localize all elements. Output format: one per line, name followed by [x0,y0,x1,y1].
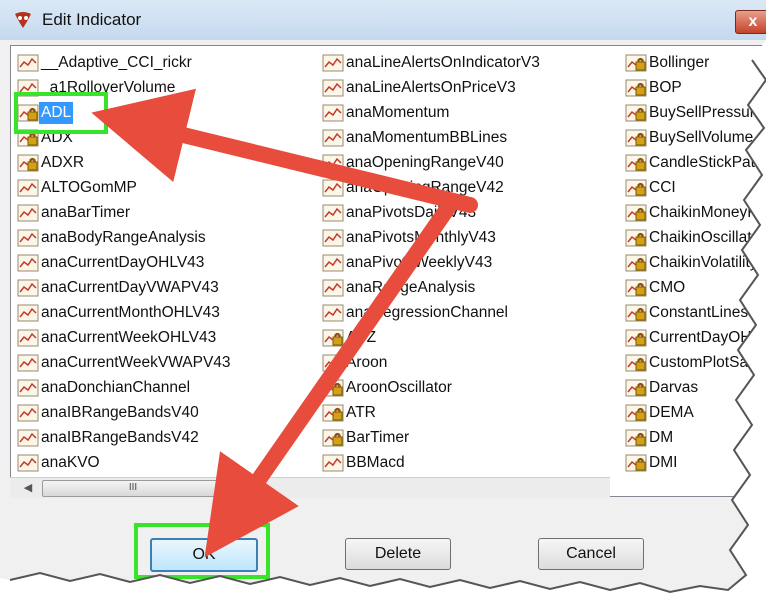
edit-indicator-dialog: Edit Indicator x __Adaptive_CCI_rickr _a1… [0,0,766,597]
torn-edge-decoration [0,40,766,597]
